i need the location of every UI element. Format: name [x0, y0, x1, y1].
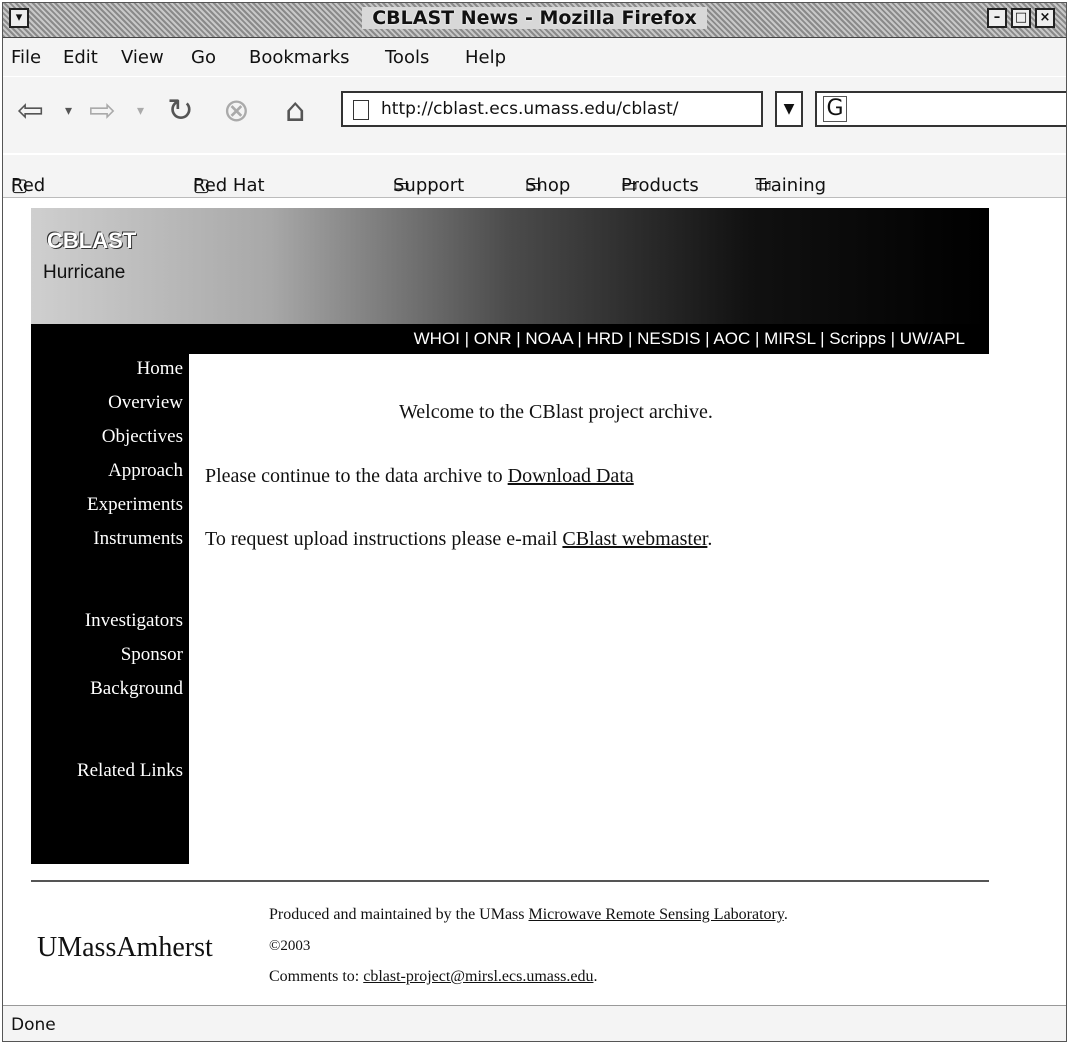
menu-help[interactable]: Help — [465, 47, 506, 68]
page-content: CBLAST Hurricane WHOI | ONR | NOAA | HRD… — [3, 198, 1066, 1004]
mirsl-link[interactable]: Microwave Remote Sensing Laboratory — [529, 906, 784, 923]
sidebar-item-experiments[interactable]: Experiments — [87, 494, 183, 516]
sidebar-item-background[interactable]: Background — [90, 678, 183, 700]
sidebar-nav: Home Overview Objectives Approach Experi… — [31, 354, 189, 864]
banner-subtitle: Hurricane — [43, 262, 126, 283]
produced-by-text: Produced and maintained by the UMass Mic… — [269, 906, 788, 923]
download-line: Please continue to the data archive to D… — [205, 465, 634, 487]
banner-title: CBLAST — [47, 228, 137, 253]
url-input[interactable]: http://cblast.ecs.umass.edu/cblast/ — [341, 91, 763, 127]
back-dropdown-icon[interactable]: ▾ — [65, 103, 72, 119]
url-dropdown-button[interactable]: ▼ — [775, 91, 803, 127]
search-engine-icon[interactable]: G — [823, 96, 847, 122]
footer-divider — [31, 880, 989, 882]
menu-go[interactable]: Go — [191, 47, 216, 68]
copyright-text: ©2003 — [269, 938, 311, 954]
welcome-message: Welcome to the CBlast project archive. — [399, 401, 713, 423]
sidebar-item-investigators[interactable]: Investigators — [85, 610, 183, 632]
download-data-link[interactable]: Download Data — [508, 465, 634, 487]
reload-icon[interactable]: ↻ — [167, 91, 194, 129]
back-icon[interactable]: ⇦ — [17, 91, 44, 129]
comments-text: Comments to: cblast-project@mirsl.ecs.um… — [269, 968, 598, 985]
forward-icon[interactable]: ⇨ — [89, 91, 116, 129]
menu-file[interactable]: File — [11, 47, 41, 68]
menu-view[interactable]: View — [121, 47, 164, 68]
sidebar-item-objectives[interactable]: Objectives — [102, 426, 183, 448]
sidebar-item-home[interactable]: Home — [137, 358, 183, 380]
chevron-down-icon: ▼ — [783, 101, 795, 117]
menu-edit[interactable]: Edit — [63, 47, 98, 68]
sidebar-item-sponsor[interactable]: Sponsor — [121, 644, 183, 666]
stop-icon[interactable]: ⊗ — [223, 91, 250, 129]
title-bar: ▾ CBLAST News - Mozilla Firefox – □ × — [3, 3, 1066, 38]
partner-links[interactable]: WHOI | ONR | NOAA | HRD | NESDIS | AOC |… — [31, 324, 989, 354]
maximize-button[interactable]: □ — [1011, 8, 1031, 28]
menu-bookmarks[interactable]: Bookmarks — [249, 47, 350, 68]
status-bar: Done — [3, 1005, 1066, 1041]
minimize-button[interactable]: – — [987, 8, 1007, 28]
webmaster-link[interactable]: CBlast webmaster — [562, 528, 707, 550]
comments-email-link[interactable]: cblast-project@mirsl.ecs.umass.edu — [363, 968, 593, 985]
sidebar-item-related-links[interactable]: Related Links — [77, 760, 183, 782]
window-title: CBLAST News - Mozilla Firefox — [362, 7, 707, 29]
main-panel — [189, 354, 989, 864]
home-icon[interactable]: ⌂ — [285, 91, 305, 129]
forward-dropdown-icon[interactable]: ▾ — [137, 103, 144, 119]
umass-logo: UMassAmherst — [37, 932, 213, 963]
upload-line: To request upload instructions please e-… — [205, 528, 713, 550]
site-banner: CBLAST Hurricane — [31, 208, 989, 324]
sidebar-item-overview[interactable]: Overview — [108, 392, 183, 414]
bookmarks-toolbar: ▢ Red Hat, Inc. ▢ Red Hat Network ▭ Supp… — [3, 155, 1066, 238]
close-button[interactable]: × — [1035, 8, 1055, 28]
menu-bar: File Edit View Go Bookmarks Tools Help — [3, 38, 1066, 76]
sidebar-item-instruments[interactable]: Instruments — [93, 528, 183, 550]
page-icon — [353, 100, 369, 120]
menu-tools[interactable]: Tools — [385, 47, 429, 68]
sidebar-item-approach[interactable]: Approach — [108, 460, 183, 482]
search-input[interactable]: G — [815, 91, 1066, 127]
url-text: http://cblast.ecs.umass.edu/cblast/ — [381, 99, 679, 119]
status-text: Done — [11, 1015, 56, 1035]
navigation-toolbar: ⇦ ▾ ⇨ ▾ ↻ ⊗ ⌂ http://cblast.ecs.umass.ed… — [3, 77, 1066, 153]
browser-window: ▾ CBLAST News - Mozilla Firefox – □ × Fi… — [2, 2, 1067, 1042]
